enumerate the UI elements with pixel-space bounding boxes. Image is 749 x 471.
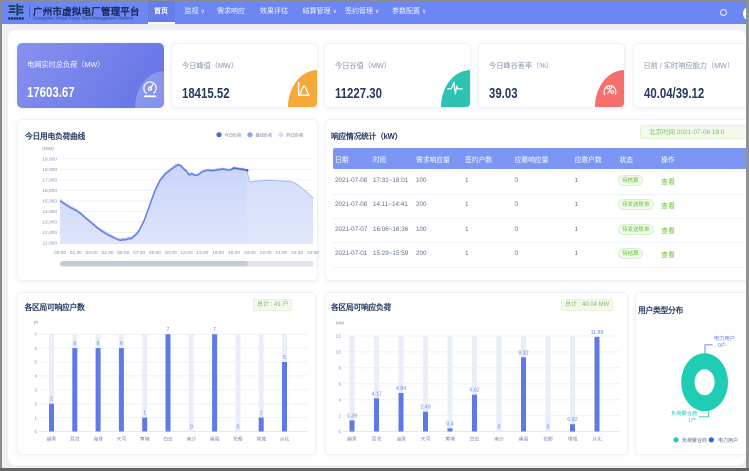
svg-text:10:30: 10:30	[165, 250, 177, 256]
svg-text:09:00: 09:00	[149, 250, 161, 256]
svg-text:1.39: 1.39	[347, 413, 357, 419]
svg-text:2: 2	[338, 413, 341, 419]
svg-text:番禺: 番禺	[519, 435, 529, 442]
svg-text:00:00: 00:00	[54, 250, 66, 256]
svg-text:5: 5	[283, 355, 286, 361]
svg-text:18:00: 18:00	[244, 250, 256, 256]
svg-text:1: 1	[143, 411, 146, 417]
svg-text:8: 8	[338, 366, 341, 372]
svg-text:南沙: 南沙	[186, 435, 196, 442]
svg-text:18,000: 18,000	[42, 167, 57, 173]
svg-text:19,000: 19,000	[42, 156, 57, 162]
svg-text:5: 5	[34, 360, 37, 366]
svg-text:01:30: 01:30	[70, 250, 82, 256]
svg-text:16:30: 16:30	[228, 250, 240, 256]
svg-text:9.32: 9.32	[518, 350, 528, 356]
svg-text:4.17: 4.17	[371, 391, 381, 397]
svg-text:6: 6	[120, 341, 123, 347]
svg-text:增城: 增城	[256, 435, 266, 442]
svg-text:7: 7	[34, 332, 37, 338]
svg-text:白云: 白云	[470, 435, 480, 442]
svg-text:0: 0	[190, 425, 193, 431]
svg-text:增城: 增城	[568, 435, 578, 442]
svg-text:22:30: 22:30	[291, 250, 303, 256]
svg-text:0: 0	[34, 429, 37, 435]
svg-text:4.84: 4.84	[396, 386, 406, 392]
svg-text:荔湾: 荔湾	[70, 435, 80, 442]
svg-text:0.4: 0.4	[446, 421, 453, 427]
svg-text:12: 12	[336, 334, 342, 340]
svg-text:负荷聚合商: 负荷聚合商	[671, 409, 697, 417]
svg-text:黄埔: 黄埔	[140, 435, 150, 442]
svg-text:06:00: 06:00	[117, 250, 129, 256]
svg-text:0: 0	[236, 425, 239, 431]
svg-text:03:00: 03:00	[86, 250, 98, 256]
svg-text:17,000: 17,000	[42, 177, 57, 183]
svg-text:MW: MW	[336, 321, 345, 327]
svg-text:天河: 天河	[117, 435, 127, 442]
svg-text:15,000: 15,000	[42, 199, 57, 205]
svg-text:11,000: 11,000	[43, 241, 58, 247]
svg-text:花都: 花都	[543, 435, 553, 442]
svg-text:3: 3	[34, 388, 37, 394]
svg-text:0: 0	[547, 425, 550, 431]
svg-text:0户: 0户	[718, 341, 726, 349]
svg-text:电力用户: 电力用户	[714, 334, 735, 342]
svg-text:越秀: 越秀	[347, 435, 357, 442]
svg-text:6: 6	[34, 346, 37, 352]
svg-text:负荷聚合商: 负荷聚合商	[682, 437, 707, 444]
svg-text:11.89: 11.89	[591, 330, 604, 336]
svg-text:黄埔: 黄埔	[445, 435, 455, 442]
svg-text:24:00: 24:00	[307, 250, 319, 256]
svg-text:7: 7	[213, 327, 216, 333]
svg-text:海珠: 海珠	[396, 435, 406, 442]
svg-text:户: 户	[34, 320, 39, 327]
svg-text:21:00: 21:00	[275, 250, 287, 256]
svg-text:从化: 从化	[280, 435, 290, 442]
svg-text:07:30: 07:30	[133, 250, 145, 256]
svg-text:15:00: 15:00	[212, 250, 224, 256]
svg-text:19:30: 19:30	[260, 250, 272, 256]
svg-text:4: 4	[338, 397, 341, 403]
svg-text:(MW): (MW)	[42, 146, 54, 152]
svg-text:海珠: 海珠	[93, 435, 103, 442]
svg-text:12:00: 12:00	[180, 250, 192, 256]
svg-text:南沙: 南沙	[494, 435, 504, 442]
svg-text:6: 6	[73, 341, 76, 347]
svg-text:12,000: 12,000	[42, 230, 57, 236]
svg-text:4: 4	[34, 374, 37, 380]
svg-text:越秀: 越秀	[47, 435, 57, 442]
svg-text:0.92: 0.92	[567, 417, 577, 423]
svg-text:天河: 天河	[421, 435, 431, 442]
svg-text:7: 7	[167, 327, 170, 333]
svg-text:2: 2	[34, 401, 37, 407]
svg-text:0: 0	[338, 429, 341, 435]
svg-text:16,000: 16,000	[42, 188, 57, 194]
svg-text:4.62: 4.62	[469, 388, 479, 394]
svg-text:13,000: 13,000	[42, 220, 57, 226]
svg-text:从化: 从化	[592, 435, 602, 442]
svg-text:10: 10	[336, 350, 342, 356]
svg-text:6: 6	[338, 381, 341, 387]
svg-text:花都: 花都	[233, 435, 243, 442]
svg-text:6: 6	[97, 341, 100, 347]
svg-text:荔湾: 荔湾	[372, 435, 382, 442]
svg-text:电力用户: 电力用户	[718, 437, 738, 444]
svg-text:1: 1	[260, 411, 263, 417]
svg-text:番禺: 番禺	[210, 435, 220, 442]
svg-text:04:30: 04:30	[101, 250, 113, 256]
svg-text:1: 1	[34, 415, 37, 421]
svg-text:13:30: 13:30	[196, 250, 208, 256]
svg-text:14,000: 14,000	[42, 209, 57, 215]
svg-text:2: 2	[50, 397, 53, 403]
svg-text:白云: 白云	[163, 435, 173, 442]
svg-text:0: 0	[498, 425, 501, 431]
svg-text:2.49: 2.49	[420, 405, 430, 411]
